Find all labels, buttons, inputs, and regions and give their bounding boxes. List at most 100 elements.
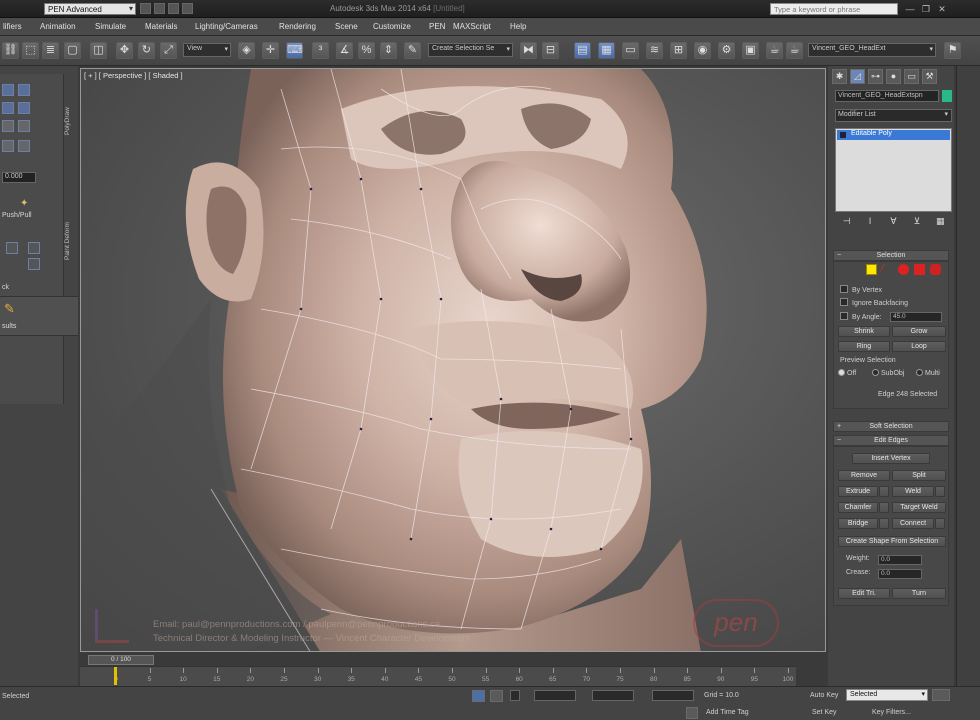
menu-customize[interactable]: Customize <box>373 18 429 35</box>
head-mesh-render[interactable] <box>81 69 826 652</box>
ignore-backfacing-checkbox[interactable]: Ignore Backfacing <box>840 298 908 307</box>
paint-brush-icon[interactable]: ✎ <box>4 301 15 317</box>
time-slider-thumb[interactable]: 0 / 100 <box>88 655 154 665</box>
edge-level-icon[interactable]: ⁄ <box>882 264 893 275</box>
snaps-toggle-icon[interactable]: ³ <box>312 42 329 59</box>
menu-pen[interactable]: PEN <box>429 18 453 35</box>
spinner-snap-icon[interactable]: ⇕ <box>380 42 397 59</box>
grow-button[interactable]: Grow <box>892 326 946 337</box>
connect-settings-button[interactable] <box>935 518 945 529</box>
rendered-frame-window-icon[interactable]: ▣ <box>742 42 759 59</box>
help-search-input[interactable]: Type a keyword or phrase <box>770 3 898 15</box>
configure-modifier-sets-icon[interactable]: ▦ <box>934 216 946 228</box>
polygon-level-icon[interactable] <box>914 264 925 275</box>
border-level-icon[interactable] <box>898 264 909 275</box>
remove-button[interactable]: Remove <box>838 470 890 481</box>
menu-scene[interactable]: Scene <box>335 18 373 35</box>
angle-snap-icon[interactable]: ∡ <box>336 42 353 59</box>
undo-icon[interactable] <box>182 3 193 14</box>
pin-stack-icon[interactable]: ⊣ <box>841 216 853 228</box>
keyboard-shortcut-override-icon[interactable]: ⌨ <box>286 42 303 59</box>
extrude-button[interactable]: Extrude <box>838 486 878 497</box>
target-weld-button[interactable]: Target Weld <box>892 502 946 513</box>
select-by-name-icon[interactable]: ≣ <box>42 42 59 59</box>
scale-icon[interactable]: ⤢ <box>160 42 177 59</box>
turn-button[interactable]: Turn <box>892 588 946 599</box>
tab-paint-deform[interactable]: Paint Deform <box>64 201 76 281</box>
preview-subobj-radio[interactable]: SubObj <box>872 369 904 377</box>
edit-named-selection-icon[interactable]: ✎ <box>404 42 421 59</box>
mirror-icon[interactable]: ⧓ <box>520 42 537 59</box>
auto-key-button[interactable]: Auto Key <box>810 692 838 699</box>
menu-maxscript[interactable]: MAXScript <box>453 18 510 35</box>
relax-icon[interactable] <box>6 242 18 254</box>
window-crossing-icon[interactable]: ◫ <box>90 42 107 59</box>
extra-tool-icon[interactable]: ⚑ <box>944 42 961 59</box>
key-filters-button[interactable]: Key Filters... <box>872 709 911 716</box>
tab-polydraw[interactable]: PolyDraw <box>64 86 76 156</box>
selection-rollout-header[interactable]: − Selection <box>833 250 949 261</box>
key-mode-dropdown[interactable]: Selected <box>846 689 928 701</box>
material-editor-icon[interactable]: ◉ <box>694 42 711 59</box>
object-color-swatch[interactable] <box>942 90 952 102</box>
viewport-label[interactable]: [ + ] [ Perspective ] [ Shaded ] <box>84 71 183 80</box>
percent-snap-icon[interactable]: % <box>358 42 375 59</box>
time-slider[interactable]: 0 / 100 <box>80 654 826 666</box>
selection-lock-icon[interactable] <box>472 690 485 702</box>
chamfer-settings-button[interactable] <box>879 502 889 513</box>
teapot-icon[interactable]: ☕ <box>786 42 803 59</box>
reference-coordinate-dropdown[interactable]: View <box>183 43 231 57</box>
loop-button[interactable]: Loop <box>892 341 946 352</box>
time-tag-icon[interactable] <box>686 707 698 719</box>
flatten-icon[interactable] <box>28 258 40 270</box>
make-unique-icon[interactable]: ∀ <box>887 216 899 228</box>
surface-tool-icon[interactable] <box>18 102 30 114</box>
object-select-dropdown[interactable]: Vincent_GEO_HeadExt <box>808 43 936 57</box>
workspace-dropdown[interactable]: PEN Advanced <box>44 3 136 15</box>
selection-region-icon[interactable]: ▢ <box>64 42 81 59</box>
track-bar[interactable]: 0510152025303540455055606570758085909510… <box>80 666 796 686</box>
vertex-level-icon[interactable] <box>866 264 877 275</box>
offset-value-field[interactable]: 0.000 <box>2 172 36 183</box>
create-tab-icon[interactable]: ✱ <box>832 69 847 84</box>
align-icon[interactable]: ⊟ <box>542 42 559 59</box>
shrink-button[interactable]: Shrink <box>838 326 890 337</box>
by-angle-field[interactable]: 45.0 <box>890 312 942 322</box>
connect-button[interactable]: Connect <box>892 518 934 529</box>
smudge-icon[interactable] <box>28 242 40 254</box>
y-coordinate-field[interactable] <box>592 690 634 701</box>
chamfer-button[interactable]: Chamfer <box>838 502 878 513</box>
shapes-tool-icon[interactable] <box>18 120 30 132</box>
rotate-icon[interactable]: ↻ <box>138 42 155 59</box>
graphite-ribbon-icon[interactable]: ▭ <box>622 42 639 59</box>
link-icon[interactable]: ⛓ <box>2 42 19 59</box>
element-level-icon[interactable] <box>930 264 941 275</box>
show-end-result-icon[interactable]: ǀ <box>864 216 876 228</box>
by-angle-checkbox[interactable]: By Angle: <box>840 312 882 321</box>
object-name-field[interactable]: Vincent_GEO_HeadExtspn <box>835 90 939 102</box>
menu-help[interactable]: Help <box>510 18 540 35</box>
menu-modifiers[interactable]: lifiers <box>3 18 37 35</box>
display-tab-icon[interactable]: ▭ <box>904 69 919 84</box>
named-selection-dropdown[interactable]: Create Selection Se <box>428 43 513 57</box>
save-file-icon[interactable] <box>168 3 179 14</box>
new-file-icon[interactable] <box>140 3 151 14</box>
menu-animation[interactable]: Animation <box>40 18 95 35</box>
add-time-tag-button[interactable]: Add Time Tag <box>706 709 749 716</box>
menu-materials[interactable]: Materials <box>145 18 195 35</box>
maximize-icon[interactable]: ❐ <box>920 3 932 15</box>
soft-selection-rollout-header[interactable]: + Soft Selection <box>833 421 949 432</box>
perspective-viewport[interactable]: [ + ] [ Perspective ] [ Shaded ] Email: … <box>80 68 826 652</box>
x-coordinate-field[interactable] <box>534 690 576 701</box>
curve-editor-icon[interactable]: ≋ <box>646 42 663 59</box>
absolute-mode-icon[interactable] <box>490 690 503 702</box>
menu-lighting-cameras[interactable]: Lighting/Cameras <box>195 18 279 35</box>
toggle-layer-explorer-icon[interactable]: ▦ <box>598 42 615 59</box>
insert-vertex-button[interactable]: Insert Vertex <box>852 453 930 464</box>
weld-button[interactable]: Weld <box>892 486 934 497</box>
brush-tool-icon[interactable] <box>2 84 14 96</box>
conform-tool-icon[interactable] <box>2 120 14 132</box>
utilities-tab-icon[interactable]: ⚒ <box>922 69 937 84</box>
drag-tool-icon[interactable] <box>18 140 30 152</box>
minimize-icon[interactable]: — <box>904 3 916 15</box>
